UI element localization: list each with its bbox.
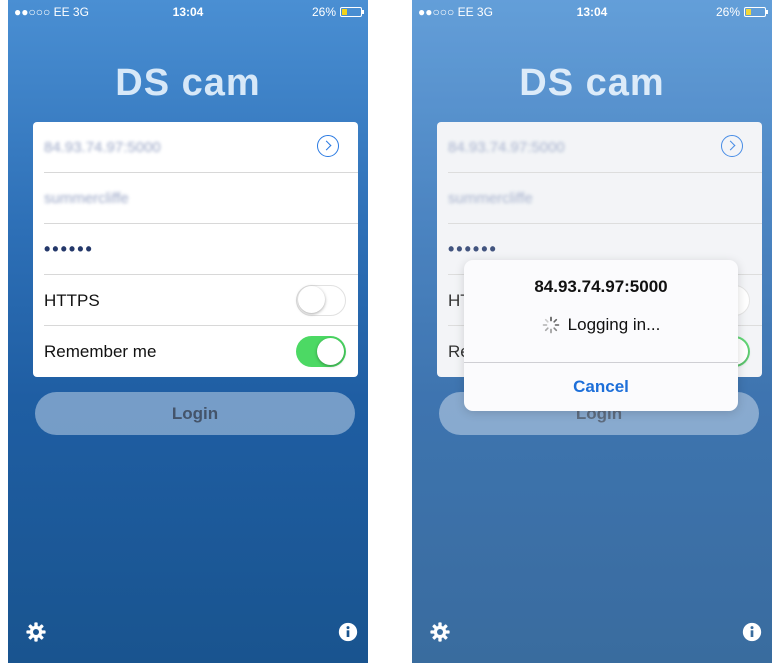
battery-icon: [340, 7, 364, 17]
https-toggle[interactable]: [296, 285, 346, 316]
login-button[interactable]: Login: [35, 392, 355, 435]
cancel-button[interactable]: Cancel: [464, 363, 738, 411]
chevron-right-circle-icon[interactable]: [317, 135, 339, 157]
gear-icon[interactable]: [26, 622, 46, 642]
address-value: 84.93.74.97:5000: [44, 139, 161, 156]
password-value: ••••••: [44, 239, 94, 259]
battery-percent: 26%: [311, 5, 336, 19]
password-field[interactable]: ••••••: [33, 224, 358, 275]
address-field[interactable]: 84.93.74.97:5000: [33, 122, 358, 173]
login-form: 84.93.74.97:5000 summercliffe •••••• HTT…: [33, 122, 358, 377]
info-icon[interactable]: [338, 622, 358, 642]
username-field[interactable]: summercliffe: [33, 173, 358, 224]
login-screen: ●●○○○ EE 3G 13:04 26% DS cam 84.93.74.97…: [8, 0, 368, 663]
username-value: summercliffe: [44, 190, 129, 207]
https-label: HTTPS: [44, 290, 100, 310]
remember-me-label: Remember me: [44, 341, 157, 361]
https-row: HTTPS: [33, 275, 358, 326]
dialog-message: Logging in...: [567, 315, 661, 334]
dialog-title: 84.93.74.97:5000: [534, 277, 668, 296]
logging-in-dialog: 84.93.74.97:5000 Logging in... Cancel: [464, 260, 738, 411]
remember-me-row: Remember me: [33, 326, 358, 377]
spinner-icon: [542, 316, 559, 334]
remember-me-toggle[interactable]: [296, 336, 346, 367]
status-bar: ●●○○○ EE 3G 13:04 26%: [8, 0, 368, 24]
app-title: DS cam: [115, 62, 261, 104]
login-screen-logging-in: ●●○○○ EE 3G 13:04 26% DS cam 84.93.74.97…: [412, 0, 772, 663]
